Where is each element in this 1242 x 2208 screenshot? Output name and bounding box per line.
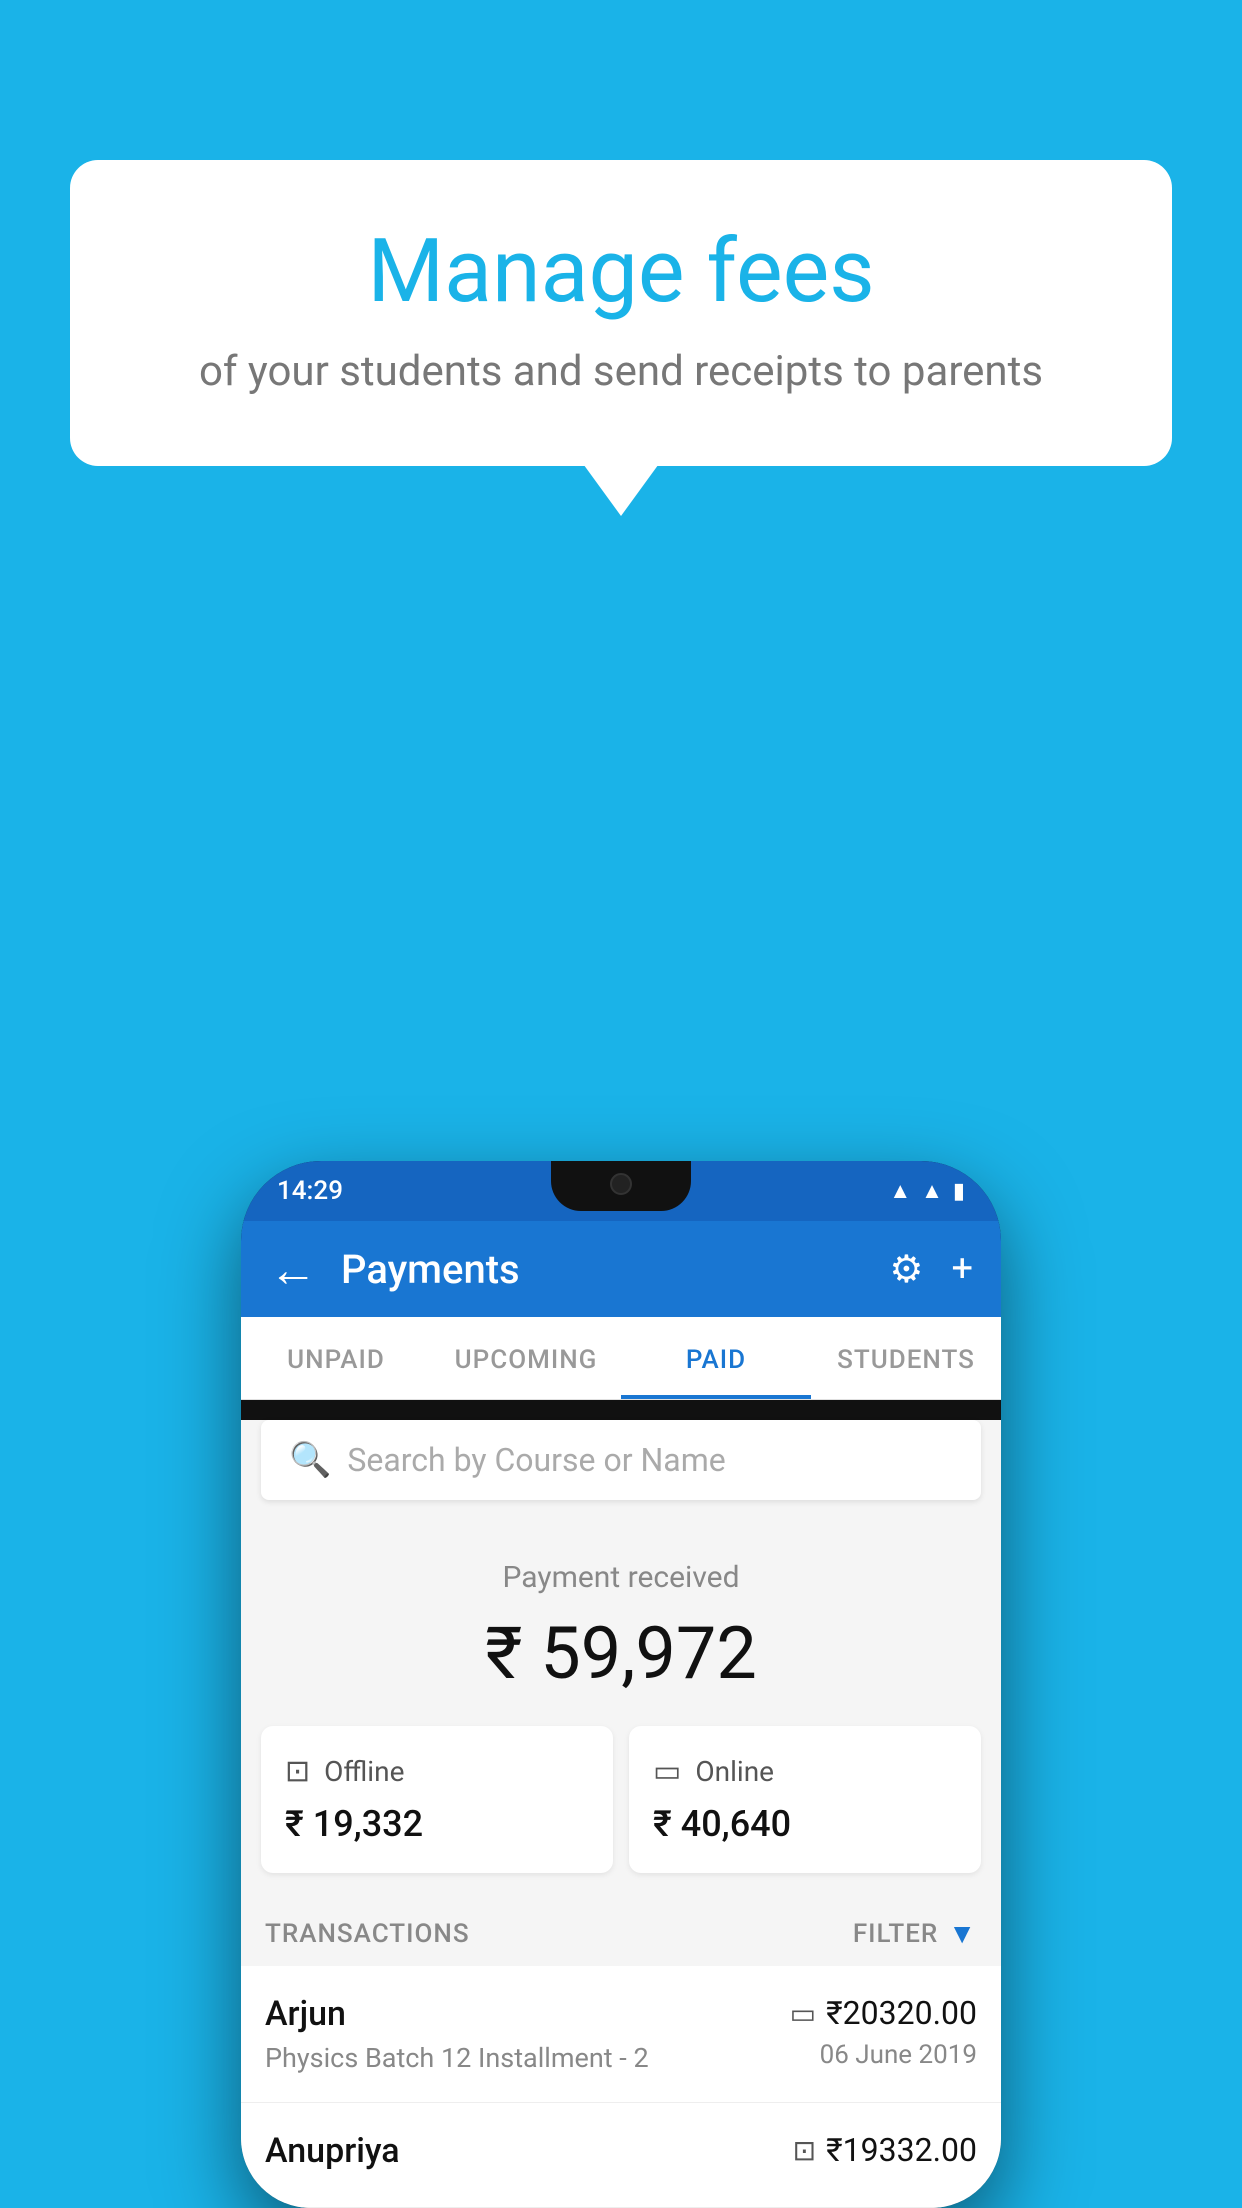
- content-area: 🔍 Search by Course or Name Payment recei…: [241, 1420, 1001, 2208]
- payment-method-offline-icon: ⊡: [793, 2134, 816, 2167]
- offline-card-header: ⊡ Offline: [285, 1754, 589, 1789]
- offline-amount: ₹ 19,332: [285, 1803, 589, 1845]
- filter-icon: ▼: [948, 1917, 977, 1950]
- tab-unpaid[interactable]: UNPAID: [241, 1317, 431, 1399]
- course-name-arjun: Physics Batch 12 Installment - 2: [265, 2042, 649, 2074]
- online-card-header: ▭ Online: [653, 1754, 957, 1789]
- transaction-amount-arjun: ▭ ₹20320.00: [790, 1994, 977, 2032]
- transactions-label: TRANSACTIONS: [265, 1919, 470, 1949]
- transaction-right-arjun: ▭ ₹20320.00 06 June 2019: [790, 1994, 977, 2070]
- tab-students[interactable]: STUDENTS: [811, 1317, 1001, 1399]
- offline-card: ⊡ Offline ₹ 19,332: [261, 1726, 613, 1873]
- tab-paid[interactable]: PAID: [621, 1317, 811, 1399]
- student-name-arjun: Arjun: [265, 1994, 649, 2034]
- transaction-list: Arjun Physics Batch 12 Installment - 2 ▭…: [241, 1966, 1001, 2208]
- transaction-left-anupriya: Anupriya: [265, 2131, 400, 2179]
- settings-icon[interactable]: ⚙: [889, 1247, 923, 1292]
- search-input[interactable]: Search by Course or Name: [347, 1441, 725, 1479]
- battery-icon: ▮: [953, 1179, 965, 1204]
- phone-body: 14:29 ▲ ▲ ▮ ← Payments ⚙ + UNPAID UPCOMI…: [241, 1161, 1001, 2208]
- transaction-left-arjun: Arjun Physics Batch 12 Installment - 2: [265, 1994, 649, 2074]
- status-icons: ▲ ▲ ▮: [889, 1178, 965, 1204]
- transaction-date-arjun: 06 June 2019: [790, 2040, 977, 2070]
- speech-bubble-subtext: of your students and send receipts to pa…: [150, 347, 1092, 396]
- payment-received-label: Payment received: [261, 1560, 981, 1595]
- online-amount: ₹ 40,640: [653, 1803, 957, 1845]
- payment-received-section: Payment received ₹ 59,972: [241, 1520, 1001, 1726]
- online-icon: ▭: [653, 1754, 681, 1789]
- search-icon: 🔍: [289, 1440, 331, 1480]
- status-time: 14:29: [277, 1176, 343, 1206]
- filter-button[interactable]: FILTER ▼: [853, 1917, 977, 1950]
- tab-upcoming[interactable]: UPCOMING: [431, 1317, 621, 1399]
- online-label: Online: [695, 1755, 774, 1788]
- app-bar-title: Payments: [341, 1246, 889, 1293]
- offline-icon: ⊡: [285, 1754, 310, 1789]
- app-bar: ← Payments ⚙ +: [241, 1221, 1001, 1317]
- signal-icon: ▲: [921, 1178, 943, 1204]
- wifi-icon: ▲: [889, 1178, 911, 1204]
- payment-received-amount: ₹ 59,972: [261, 1611, 981, 1696]
- payment-method-online-icon: ▭: [790, 1997, 816, 2030]
- transaction-amount-anupriya: ⊡ ₹19332.00: [793, 2131, 977, 2169]
- online-card: ▭ Online ₹ 40,640: [629, 1726, 981, 1873]
- filter-label: FILTER: [853, 1919, 938, 1949]
- offline-label: Offline: [324, 1755, 404, 1788]
- speech-bubble-container: Manage fees of your students and send re…: [70, 160, 1172, 466]
- transactions-header: TRANSACTIONS FILTER ▼: [241, 1897, 1001, 1966]
- front-camera: [610, 1173, 632, 1195]
- phone-notch: [551, 1161, 691, 1211]
- tabs-bar: UNPAID UPCOMING PAID STUDENTS: [241, 1317, 1001, 1400]
- phone-wrapper: 14:29 ▲ ▲ ▮ ← Payments ⚙ + UNPAID UPCOMI…: [241, 1161, 1001, 2208]
- search-bar[interactable]: 🔍 Search by Course or Name: [261, 1420, 981, 1500]
- speech-bubble-heading: Manage fees: [150, 220, 1092, 323]
- transaction-right-anupriya: ⊡ ₹19332.00: [793, 2131, 977, 2177]
- speech-bubble: Manage fees of your students and send re…: [70, 160, 1172, 466]
- table-row[interactable]: Arjun Physics Batch 12 Installment - 2 ▭…: [241, 1966, 1001, 2103]
- payment-cards-row: ⊡ Offline ₹ 19,332 ▭ Online ₹ 40,640: [241, 1726, 1001, 1897]
- add-icon[interactable]: +: [951, 1247, 973, 1291]
- back-button[interactable]: ←: [269, 1241, 317, 1298]
- app-bar-actions: ⚙ +: [889, 1247, 973, 1292]
- student-name-anupriya: Anupriya: [265, 2131, 400, 2171]
- table-row[interactable]: Anupriya ⊡ ₹19332.00: [241, 2103, 1001, 2208]
